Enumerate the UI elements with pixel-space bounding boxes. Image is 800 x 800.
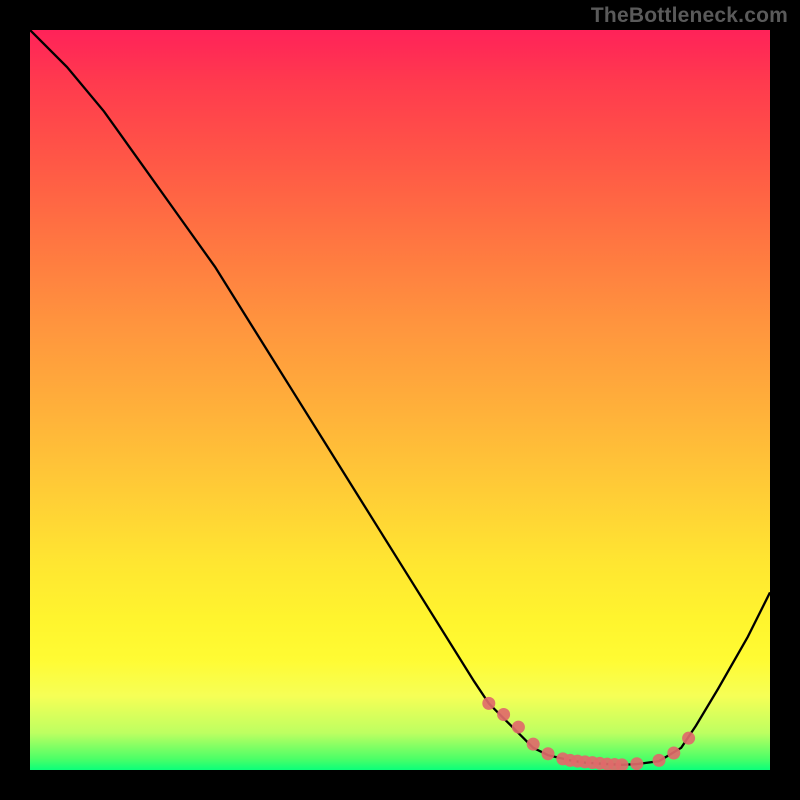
gradient-fill — [30, 30, 770, 770]
plot-area — [30, 30, 770, 770]
chart-stage: TheBottleneck.com — [0, 0, 800, 800]
watermark-label: TheBottleneck.com — [591, 4, 788, 28]
